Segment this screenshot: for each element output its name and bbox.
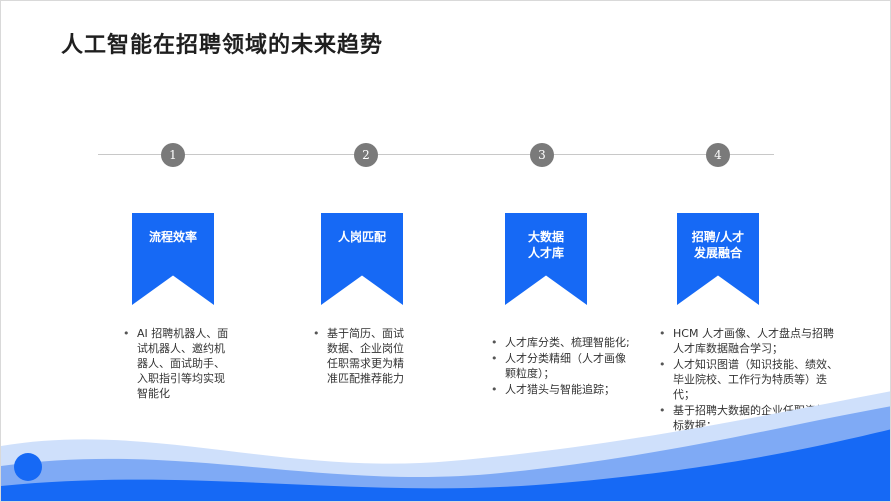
bullet-item: AI 招聘机器人、面试机器人、邀约机器人、面试助手、入职指引等均实现智能化 xyxy=(123,326,235,401)
bullet-item: 基于简历、面试数据、企业岗位任职需求更为精准匹配推荐能力 xyxy=(313,326,411,386)
step-number-2: 2 xyxy=(354,143,378,167)
ribbon-step-2: 人岗匹配 xyxy=(321,213,403,305)
ribbon-step-4: 招聘/人才 发展融合 xyxy=(677,213,759,305)
decorative-dot xyxy=(14,453,42,481)
step-number-3: 3 xyxy=(530,143,554,167)
bullet-item: 人才分类精细（人才画像颗粒度）； xyxy=(491,351,633,381)
bullet-item: 人才库分类、梳理智能化; xyxy=(491,335,633,350)
page-title: 人工智能在招聘领域的未来趋势 xyxy=(61,33,384,58)
slide: 人工智能在招聘领域的未来趋势 1 2 3 4 流程效率 人岗匹配 大数据 人才库… xyxy=(0,0,891,502)
ribbon-label: 人岗匹配 xyxy=(337,230,386,244)
step-number-4: 4 xyxy=(706,143,730,167)
ribbon-step-3: 大数据 人才库 xyxy=(505,213,587,305)
ribbon-label: 流程效率 xyxy=(148,230,197,244)
step-number-1: 1 xyxy=(161,143,185,167)
bullet-list-step-3: 人才库分类、梳理智能化; 人才分类精细（人才画像颗粒度）； 人才猎头与智能追踪； xyxy=(491,335,633,398)
decorative-wave xyxy=(1,391,890,501)
bullet-item: HCM 人才画像、人才盘点与招聘人才库数据融合学习； xyxy=(659,326,844,356)
timeline-line xyxy=(98,154,774,155)
ribbon-label: 大数据 人才库 xyxy=(527,230,564,260)
ribbon-step-1: 流程效率 xyxy=(132,213,214,305)
ribbon-label: 招聘/人才 发展融合 xyxy=(691,230,745,260)
bullet-list-step-2: 基于简历、面试数据、企业岗位任职需求更为精准匹配推荐能力 xyxy=(313,326,411,387)
